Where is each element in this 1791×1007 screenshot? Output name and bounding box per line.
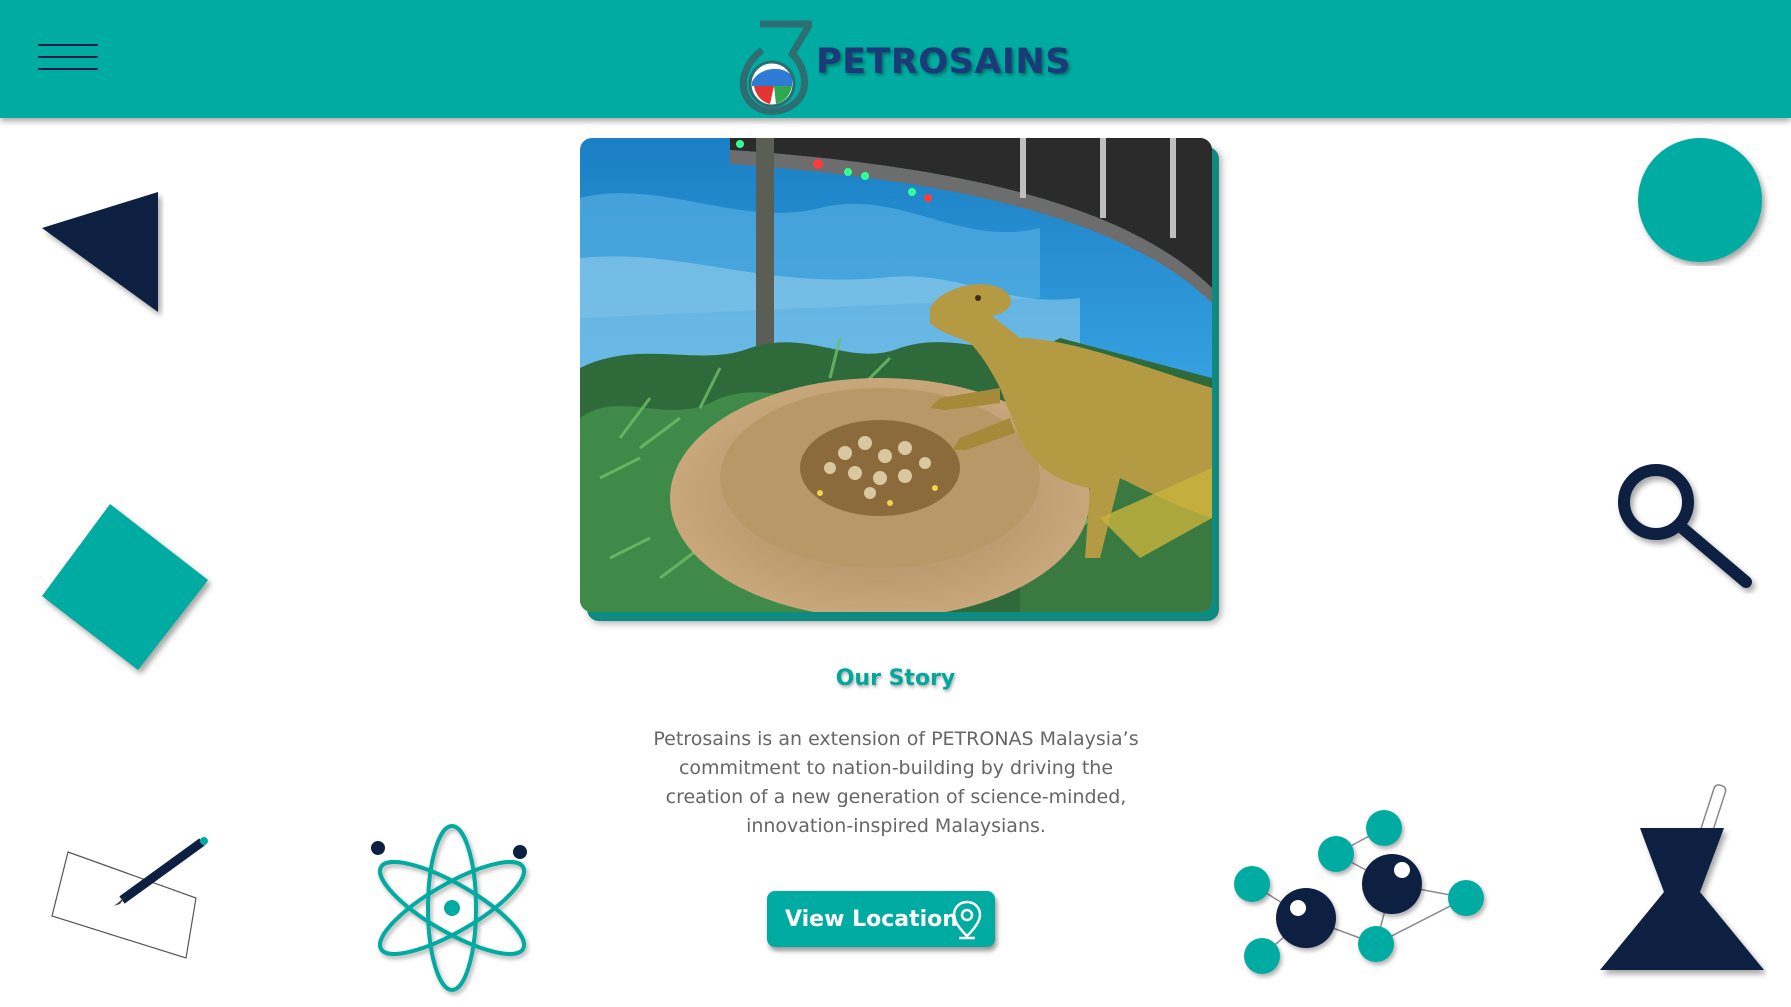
view-location-button[interactable]: View Location: [767, 891, 995, 947]
location-pin-icon: [952, 900, 982, 940]
top-navigation-bar: PETROSAINS: [0, 0, 1791, 118]
teal-diamond-shape: [42, 504, 208, 670]
story-paragraph: Petrosains is an extension of PETRONAS M…: [653, 728, 1139, 837]
petrosains-logo[interactable]: PETROSAINS: [732, 18, 1071, 118]
story-title: Our Story: [835, 666, 956, 691]
logo-flask-icon: [739, 20, 812, 115]
teal-circle-shape: [1638, 138, 1762, 262]
flask-icon: [1600, 784, 1764, 970]
page: PETROSAINS Our Story Petrosains is an ex…: [0, 0, 1791, 1007]
hero-exhibit-image: [580, 138, 1212, 612]
view-location-label: View Location: [785, 906, 958, 932]
hamburger-menu-icon[interactable]: [38, 40, 98, 76]
logo-text: PETROSAINS: [816, 42, 1071, 82]
pencil-paper-icon: [51, 837, 208, 959]
molecule-icon: [1234, 810, 1484, 974]
atom-icon: [371, 824, 527, 992]
triangle-shape: [42, 192, 158, 312]
magnifier-icon: [1618, 464, 1752, 588]
